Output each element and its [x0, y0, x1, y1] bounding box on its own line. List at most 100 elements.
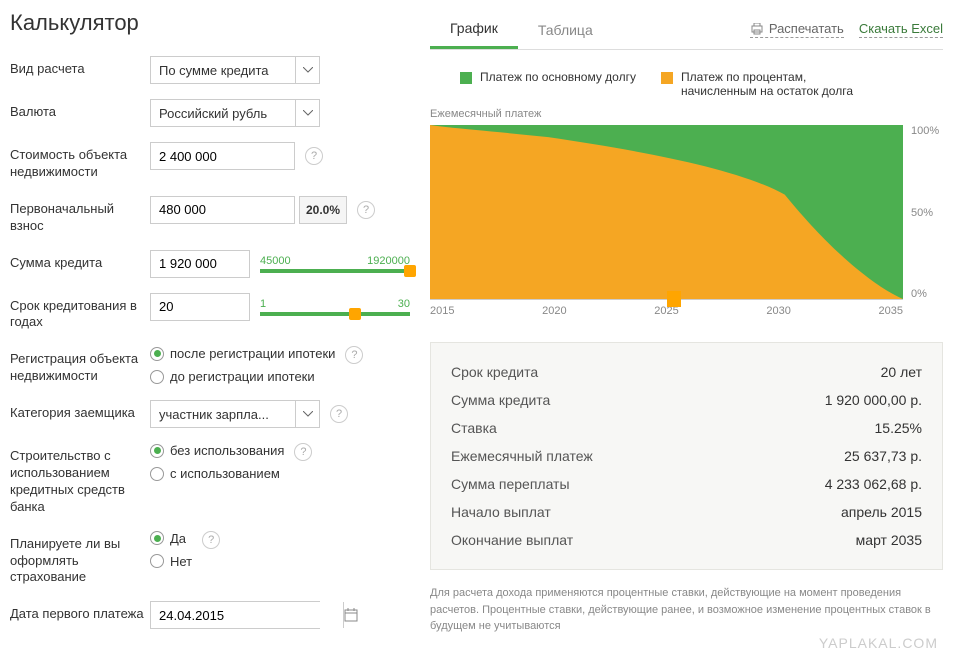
calendar-icon[interactable] — [343, 602, 358, 628]
help-icon[interactable]: ? — [357, 201, 375, 219]
radio-label: до регистрации ипотеки — [170, 369, 315, 384]
insurance-yes-radio[interactable]: Да — [150, 531, 192, 546]
construction-yes-radio[interactable]: с использованием — [150, 466, 284, 481]
registration-label: Регистрация объекта недвижимости — [10, 346, 150, 385]
chart-title: Ежемесячный платеж — [430, 108, 943, 120]
summary-start-label: Начало выплат — [451, 504, 551, 520]
chevron-down-icon[interactable] — [295, 57, 319, 83]
legend-interest: Платеж по процентам, начисленным на оста… — [661, 70, 881, 98]
slider-thumb[interactable] — [404, 265, 416, 277]
date-value[interactable] — [151, 602, 343, 628]
radio-label: без использования — [170, 443, 284, 458]
legend-principal: Платеж по основному долгу — [460, 70, 636, 98]
construction-label: Строительство с использованием кредитных… — [10, 443, 150, 516]
radio-label: после регистрации ипотеки — [170, 346, 335, 361]
disclaimer: Для расчета дохода применяются процентны… — [430, 585, 943, 635]
loan-amount-input[interactable] — [150, 250, 250, 278]
down-payment-input[interactable] — [150, 196, 295, 224]
legend-label: Платеж по процентам, начисленным на оста… — [681, 70, 881, 98]
down-payment-label: Первоначальный взнос — [10, 196, 150, 235]
printer-icon — [750, 23, 764, 35]
insurance-no-radio[interactable]: Нет — [150, 554, 192, 569]
term-min: 1 — [260, 298, 266, 310]
radio-label: Да — [170, 531, 186, 546]
first-payment-label: Дата первого платежа — [10, 601, 150, 623]
radio-icon — [150, 444, 164, 458]
down-payment-pct: 20.0% — [299, 196, 347, 224]
radio-icon — [150, 370, 164, 384]
summary-rate-label: Ставка — [451, 420, 497, 436]
loan-slider[interactable] — [260, 269, 410, 273]
radio-label: Нет — [170, 554, 192, 569]
borrower-cat-label: Категория заемщика — [10, 400, 150, 422]
loan-min: 45000 — [260, 255, 291, 267]
calc-type-select[interactable]: По сумме кредита — [150, 56, 320, 84]
summary-box: Срок кредита 20 лет Сумма кредита 1 920 00… — [430, 342, 943, 570]
help-icon[interactable]: ? — [345, 346, 363, 364]
borrower-cat-value: участник зарпла... — [151, 401, 295, 427]
summary-overpay-label: Сумма переплаты — [451, 476, 570, 492]
legend-label: Платеж по основному долгу — [480, 70, 636, 84]
tab-chart[interactable]: График — [430, 10, 518, 49]
excel-link[interactable]: Скачать Excel — [859, 21, 943, 38]
print-link[interactable]: Распечатать — [750, 21, 844, 38]
summary-monthly-value: 25 637,73 р. — [844, 448, 922, 464]
term-input[interactable] — [150, 293, 250, 321]
y-tick: 100% — [911, 125, 943, 137]
radio-icon — [150, 554, 164, 568]
summary-term-value: 20 лет — [881, 364, 922, 380]
x-tick: 2020 — [542, 305, 566, 317]
chart-x-axis: 2015 2020 2025 2030 2035 — [430, 305, 943, 317]
print-label: Распечатать — [769, 21, 844, 36]
loan-amount-label: Сумма кредита — [10, 250, 150, 272]
currency-value: Российский рубль — [151, 100, 295, 126]
y-tick: 0% — [911, 288, 943, 300]
y-tick: 50% — [911, 207, 943, 219]
chevron-down-icon[interactable] — [295, 100, 319, 126]
radio-icon — [150, 467, 164, 481]
property-cost-input[interactable] — [150, 142, 295, 170]
registration-before-radio[interactable]: до регистрации ипотеки — [150, 369, 335, 384]
radio-label: с использованием — [170, 466, 280, 481]
summary-term-label: Срок кредита — [451, 364, 538, 380]
x-tick: 2030 — [766, 305, 790, 317]
slider-thumb[interactable] — [349, 308, 361, 320]
borrower-cat-select[interactable]: участник зарпла... — [150, 400, 320, 428]
first-payment-input[interactable] — [150, 601, 320, 629]
legend-swatch-icon — [661, 72, 673, 84]
insurance-label: Планируете ли вы оформлять страхование — [10, 531, 150, 587]
summary-overpay-value: 4 233 062,68 р. — [825, 476, 922, 492]
summary-start-value: апрель 2015 — [841, 504, 922, 520]
registration-after-radio[interactable]: после регистрации ипотеки — [150, 346, 335, 361]
chart-marker[interactable] — [667, 291, 681, 307]
chart-plot — [430, 125, 903, 300]
watermark: YAPLAKAL.COM — [819, 635, 938, 651]
summary-end-label: Окончание выплат — [451, 532, 573, 548]
radio-icon — [150, 531, 164, 545]
x-tick: 2015 — [430, 305, 454, 317]
currency-label: Валюта — [10, 99, 150, 121]
calc-type-value: По сумме кредита — [151, 57, 295, 83]
tab-table[interactable]: Таблица — [518, 12, 613, 48]
summary-rate-value: 15.25% — [875, 420, 922, 436]
help-icon[interactable]: ? — [202, 531, 220, 549]
help-icon[interactable]: ? — [330, 405, 348, 423]
chart-y-axis: 100% 50% 0% — [903, 125, 943, 300]
radio-icon — [150, 347, 164, 361]
legend-swatch-icon — [460, 72, 472, 84]
property-cost-label: Стоимость объекта недвижимости — [10, 142, 150, 181]
calc-type-label: Вид расчета — [10, 56, 150, 78]
summary-amount-value: 1 920 000,00 р. — [825, 392, 922, 408]
construction-no-radio[interactable]: без использования — [150, 443, 284, 458]
currency-select[interactable]: Российский рубль — [150, 99, 320, 127]
summary-end-value: март 2035 — [856, 532, 922, 548]
chevron-down-icon[interactable] — [295, 401, 319, 427]
page-title: Калькулятор — [10, 10, 410, 36]
help-icon[interactable]: ? — [294, 443, 312, 461]
term-slider[interactable] — [260, 312, 410, 316]
summary-amount-label: Сумма кредита — [451, 392, 550, 408]
help-icon[interactable]: ? — [305, 147, 323, 165]
term-max: 30 — [398, 298, 410, 310]
term-label: Срок кредитования в годах — [10, 293, 150, 332]
x-tick: 2035 — [879, 305, 903, 317]
